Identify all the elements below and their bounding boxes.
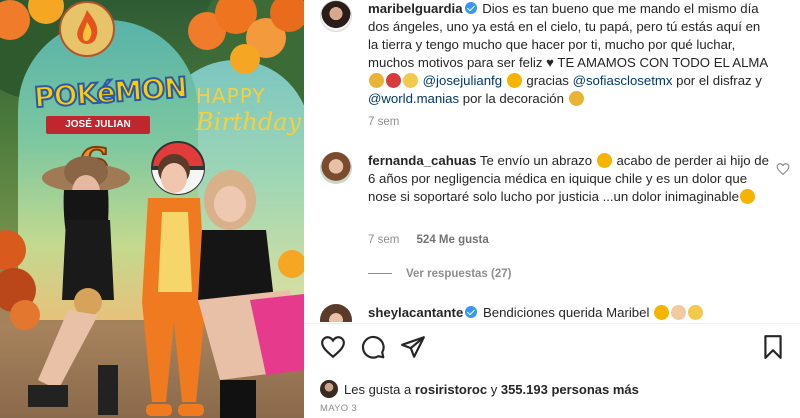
author-username[interactable]: maribelguardia bbox=[368, 1, 463, 16]
commenter-avatar[interactable] bbox=[320, 304, 352, 322]
woman-left-figure bbox=[28, 156, 130, 415]
replies-line bbox=[368, 273, 392, 275]
comment-icon[interactable] bbox=[360, 334, 386, 360]
heart-icon[interactable] bbox=[320, 334, 346, 360]
likes-prefix: Les gusta a bbox=[344, 382, 412, 397]
emoji-icon bbox=[654, 305, 670, 320]
liker-username[interactable]: rosiristoroc bbox=[415, 382, 487, 397]
post-photo[interactable]: POKéMON JOSÉ JULIAN 6 HAPPY Birthday bbox=[0, 0, 304, 418]
mention-link[interactable]: @world.manias bbox=[368, 91, 459, 106]
post-date[interactable]: MAYO 3 bbox=[320, 403, 357, 414]
caption-time[interactable]: 7 sem bbox=[368, 116, 399, 128]
angel-emoji-icon bbox=[568, 91, 584, 106]
comment-likes[interactable]: 524 Me gusta bbox=[417, 234, 489, 246]
mention-link[interactable]: @sofiasclosetmx bbox=[573, 73, 673, 88]
likes-summary: Les gusta a rosiristoroc y 355.193 perso… bbox=[320, 380, 639, 398]
caption-body-2: TE AMAMOS CON TODO EL ALMA bbox=[557, 55, 768, 70]
woman-right-figure bbox=[198, 170, 304, 418]
likes-conj: y bbox=[490, 382, 498, 397]
view-replies-label: Ver respuestas (27) bbox=[406, 268, 512, 280]
sparkles-emoji-icon bbox=[403, 73, 418, 88]
hug-emoji-icon bbox=[596, 153, 612, 168]
liker-avatar[interactable] bbox=[320, 380, 338, 398]
comment-meta: 7 sem 524 Me gusta bbox=[368, 234, 503, 246]
birthday-text: Birthday bbox=[196, 108, 302, 136]
comments-list[interactable]: maribelguardia Dios es tan bueno que me … bbox=[304, 0, 800, 322]
balloon-emoji-icon bbox=[386, 73, 401, 88]
sparkles-emoji-icon bbox=[688, 305, 704, 320]
sad-emoji-icon bbox=[739, 189, 755, 204]
comment-like-heart-icon[interactable] bbox=[776, 162, 790, 176]
comment-body: Bendiciones querida Maribel bbox=[482, 305, 650, 320]
caption-text-3: por el disfraz y bbox=[676, 73, 762, 88]
angel-emoji-icon bbox=[369, 73, 384, 88]
commenter-username[interactable]: fernanda_cahuas bbox=[368, 153, 476, 168]
divider bbox=[304, 323, 800, 324]
caption-text-4: por la decoración bbox=[462, 91, 564, 106]
post-details-panel: maribelguardia Dios es tan bueno que me … bbox=[304, 0, 800, 418]
flame-logo-icon bbox=[59, 1, 115, 57]
share-icon[interactable] bbox=[400, 334, 426, 360]
happy-text: HAPPY bbox=[196, 84, 266, 108]
author-avatar[interactable] bbox=[320, 0, 352, 32]
verified-badge-icon bbox=[465, 306, 478, 318]
heart-emoji-icon: ♥ bbox=[546, 55, 554, 70]
commenter-avatar[interactable] bbox=[320, 152, 352, 184]
caption-meta: 7 sem bbox=[368, 116, 413, 128]
caption-text: maribelguardia Dios es tan bueno que me … bbox=[368, 0, 772, 108]
star-eyes-emoji-icon bbox=[506, 73, 522, 88]
comment-text: fernanda_cahuas Te envío un abrazo acabo… bbox=[368, 152, 772, 206]
comment-time[interactable]: 7 sem bbox=[368, 234, 399, 246]
verified-badge-icon bbox=[464, 2, 477, 14]
thanks-text: gracias bbox=[526, 73, 569, 88]
name-ribbon: JOSÉ JULIAN bbox=[46, 116, 150, 134]
action-bar bbox=[320, 334, 784, 364]
praying-hands-emoji-icon bbox=[671, 305, 687, 320]
balloon bbox=[230, 44, 260, 74]
commenter-username[interactable]: sheylacantante bbox=[368, 305, 463, 320]
mention-link[interactable]: @josejulianfg bbox=[423, 73, 502, 88]
likes-count[interactable]: 355.193 personas más bbox=[501, 382, 639, 397]
comment-body-a: Te envío un abrazo bbox=[479, 153, 593, 168]
bookmark-icon[interactable] bbox=[760, 334, 786, 360]
view-replies-button[interactable]: Ver respuestas (27) bbox=[368, 268, 511, 280]
comment-text: sheylacantante Bendiciones querida Marib… bbox=[368, 304, 772, 322]
